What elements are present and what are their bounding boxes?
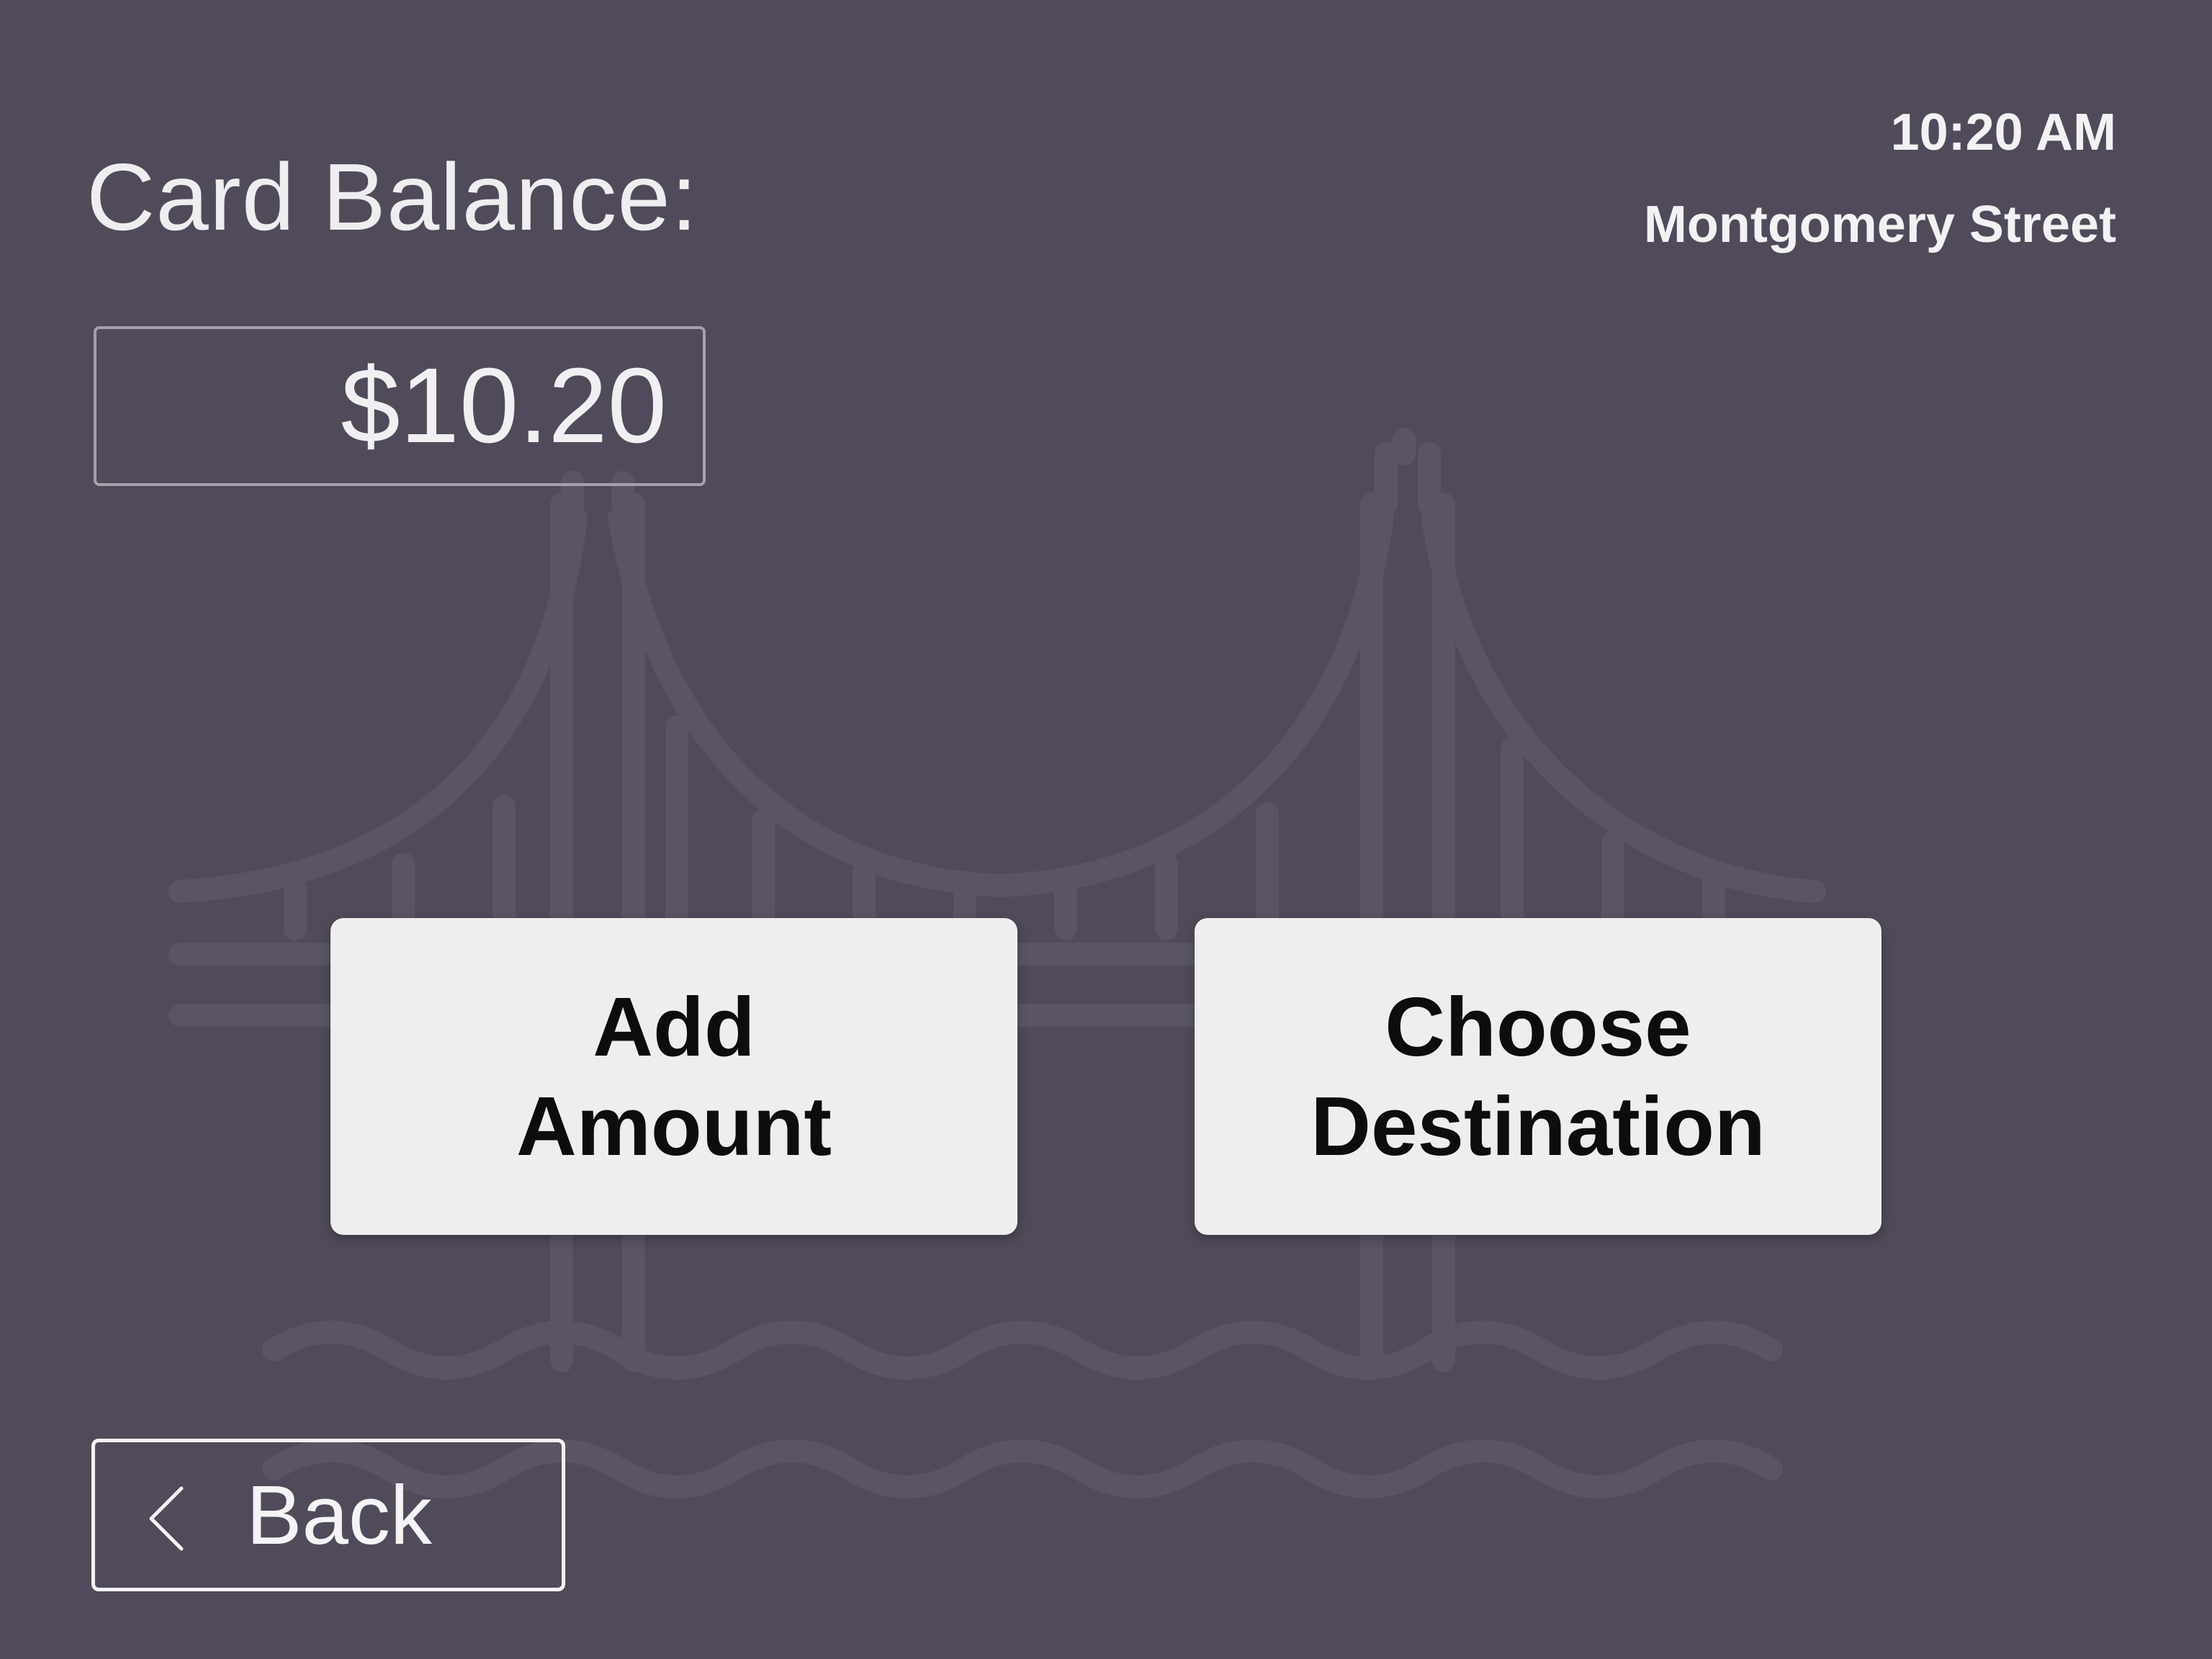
add-amount-label: Add Amount (516, 977, 832, 1176)
choose-destination-button[interactable]: Choose Destination (1195, 918, 1881, 1235)
choose-destination-label: Choose Destination (1310, 977, 1766, 1176)
chevron-left-icon (149, 1486, 184, 1551)
station-name: Montgomery Street (1643, 196, 2116, 253)
current-time: 10:20 AM (1890, 104, 2116, 161)
back-button[interactable]: Back (91, 1439, 565, 1591)
add-amount-label-line2: Amount (516, 1079, 832, 1173)
add-amount-button[interactable]: Add Amount (331, 918, 1017, 1235)
back-label: Back (246, 1468, 432, 1562)
add-amount-label-line1: Add (593, 980, 755, 1074)
choose-destination-label-line1: Choose (1385, 980, 1691, 1074)
kiosk-screen: Card Balance: $10.20 10:20 AM Montgomery… (0, 0, 2212, 1659)
card-balance-title: Card Balance: (86, 144, 698, 250)
card-balance-value: $10.20 (341, 346, 667, 465)
card-balance-display: $10.20 (94, 326, 706, 486)
choose-destination-label-line2: Destination (1310, 1079, 1766, 1173)
status-info: 10:20 AM Montgomery Street (1644, 101, 2116, 256)
